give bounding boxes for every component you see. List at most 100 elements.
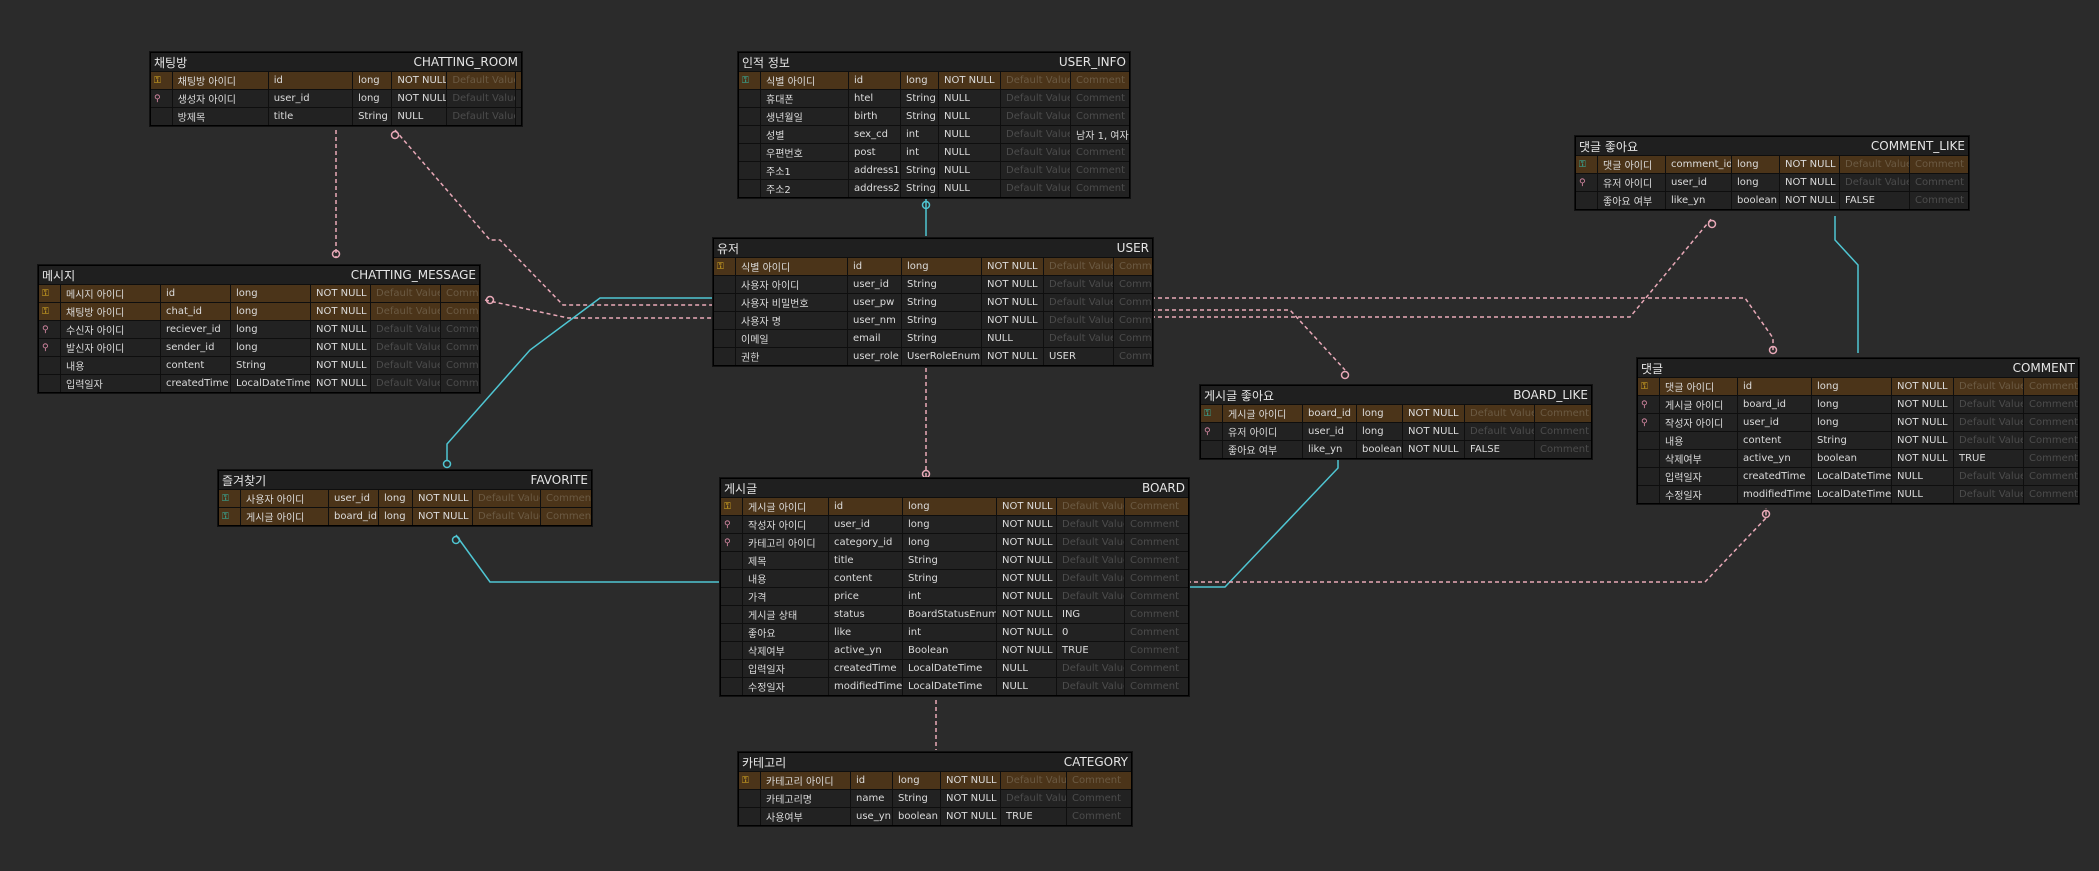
- entity-chatting-message[interactable]: 메시지 CHATTING_MESSAGE ⚿ 메시지 아이디 id long NOT NU…: [38, 265, 480, 393]
- attribute-row[interactable]: 사용자 명 user_nm String NOT NULL Default Value C…: [714, 311, 1152, 329]
- entity-board[interactable]: 게시글 BOARD ⚿ 게시글 아이디 id long NOT NULL Default V…: [720, 478, 1189, 696]
- attribute-row[interactable]: 가격 price int NOT NULL Default Value Comment: [721, 587, 1188, 605]
- entity-comment[interactable]: 댓글 COMMENT ⚿ 댓글 아이디 id long NOT NULL Default V…: [1637, 358, 2079, 504]
- attribute-row[interactable]: ⚿ 채팅방 아이디 chat_id long NOT NULL Default Value…: [39, 302, 479, 320]
- attribute-row[interactable]: ⚿ 댓글 아이디 id long NOT NULL Default Value Commen…: [1638, 377, 2078, 395]
- logical-name-cell: 주소1: [761, 162, 849, 179]
- attribute-row[interactable]: 주소2 address2 String NULL Default Value Commen…: [739, 179, 1129, 197]
- nullable-cell: NULL: [939, 144, 1001, 161]
- key-cell: ⚿: [1576, 156, 1598, 173]
- attribute-row[interactable]: 삭제여부 active_yn boolean NOT NULL TRUE Comment: [1638, 449, 2078, 467]
- attribute-row[interactable]: 삭제여부 active_yn Boolean NOT NULL TRUE Comment: [721, 641, 1188, 659]
- data-type-cell: BoardStatusEnum: [903, 606, 997, 623]
- attribute-row[interactable]: 내용 content String NOT NULL Default Value Comm…: [721, 569, 1188, 587]
- marker-optional: [451, 535, 461, 545]
- entity-comment-like[interactable]: 댓글 좋아요 COMMENT_LIKE ⚿ 댓글 아이디 comment_id long…: [1575, 136, 1969, 210]
- entity-board-like[interactable]: 게시글 좋아요 BOARD_LIKE ⚿ 게시글 아이디 board_id long NO…: [1200, 385, 1592, 459]
- rel-user-comment: [1151, 297, 1774, 354]
- attribute-row[interactable]: 입력일자 createdTime LocalDateTime NULL Default …: [1638, 467, 2078, 485]
- data-type-cell: String: [903, 570, 997, 587]
- attribute-row[interactable]: 좋아요 여부 like_yn boolean NOT NULL FALSE Comment: [1201, 440, 1591, 458]
- attribute-row[interactable]: 내용 content String NOT NULL Default Value Comm…: [39, 356, 479, 374]
- attribute-row[interactable]: 수정일자 modifiedTime LocalDateTime NULL Default…: [721, 677, 1188, 695]
- entity-physical-name: CATEGORY: [1063, 755, 1128, 769]
- attribute-row[interactable]: 방제목titleStringNULLDefault ValueComment: [151, 107, 521, 125]
- key-cell: [721, 570, 743, 587]
- attribute-row[interactable]: ⚿ 메시지 아이디idlongNOT NULLDefault Value Comme…: [39, 284, 479, 302]
- attribute-row[interactable]: ⚿ 게시글 아이디 board_id long NOT NULL Default Valu…: [1201, 404, 1591, 422]
- data-type-cell: String: [353, 108, 393, 125]
- attribute-row[interactable]: ⚲ 발신자 아이디 sender_id long NOT NULL Default Val…: [39, 338, 479, 356]
- data-type-cell: long: [231, 285, 311, 302]
- attribute-row[interactable]: 수정일자 modifiedTime LocalDateTime NULL Default…: [1638, 485, 2078, 503]
- attribute-row[interactable]: 사용자 아이디 user_id String NOT NULL Default Valu…: [714, 275, 1152, 293]
- attribute-row[interactable]: ⚲ 생성자 아이디 user_id long NOT NULL Default Value…: [151, 89, 521, 107]
- attribute-row[interactable]: ⚲ 작성자 아이디 user_id long NOT NULL Default Value…: [721, 515, 1188, 533]
- nullable-cell: NULL: [939, 180, 1001, 197]
- attribute-row[interactable]: 게시글 상태 status BoardStatusEnum NOT NULL ING Co…: [721, 605, 1188, 623]
- attribute-row[interactable]: 권한user_roleUserRoleEnumNOT NULLUSER Comme…: [714, 347, 1152, 365]
- attribute-row[interactable]: ⚲ 유저 아이디 user_id long NOT NULL Default Value C…: [1576, 173, 1968, 191]
- attribute-row[interactable]: 제목 title String NOT NULL Default Value Commen…: [721, 551, 1188, 569]
- entity-rows: ⚿ 카테고리 아이디 id long NOT NULL Default Value Comm…: [739, 771, 1131, 825]
- data-type-cell: long: [231, 339, 311, 356]
- entity-category[interactable]: 카테고리 CATEGORY ⚿ 카테고리 아이디 id long NOT NULL Defa…: [738, 752, 1132, 826]
- comment-cell: Comment: [1130, 627, 1179, 638]
- comment-cell: Comment: [2029, 417, 2078, 428]
- entity-logical-name: 채팅방: [154, 55, 188, 70]
- comment-cell: Comment: [1119, 261, 1152, 272]
- attribute-row[interactable]: ⚿ 채팅방 아이디idlongNOT NULLDefault ValueComme…: [151, 71, 521, 89]
- attribute-row[interactable]: ⚿ 식별 아이디idlongNOT NULLDefault Value Commen…: [714, 257, 1152, 275]
- data-type-cell: String: [902, 294, 982, 311]
- attribute-row[interactable]: ⚲ 유저 아이디 user_id long NOT NULL Default Value C…: [1201, 422, 1591, 440]
- key-cell: ⚲: [39, 339, 61, 356]
- entity-favorite[interactable]: 즐겨찾기 FAVORITE ⚿ 사용자 아이디 user_id long NOT NULL…: [218, 470, 592, 526]
- attribute-row[interactable]: 좋아요 like int NOT NULL 0 Comment: [721, 623, 1188, 641]
- entity-rows: ⚿ 댓글 아이디 id long NOT NULL Default Value Commen…: [1638, 377, 2078, 503]
- attribute-row[interactable]: 입력일자 createdTime LocalDateTime NULL Default …: [721, 659, 1188, 677]
- attribute-row[interactable]: ⚿ 카테고리 아이디 id long NOT NULL Default Value Comm…: [739, 771, 1131, 789]
- attribute-row[interactable]: 카테고리명 name String NOT NULL Default Value Comm…: [739, 789, 1131, 807]
- physical-name-cell: comment_id: [1666, 156, 1732, 173]
- attribute-row[interactable]: ⚿ 게시글 아이디 board_id long NOT NULL Default Valu…: [219, 507, 591, 525]
- physical-name-cell: user_id: [1738, 414, 1812, 431]
- attribute-row[interactable]: 이메일emailStringNULLDefault Value Comment: [714, 329, 1152, 347]
- physical-name-cell: address1: [849, 162, 901, 179]
- attribute-row[interactable]: 사용자 비밀번호 user_pw String NOT NULL Default Val…: [714, 293, 1152, 311]
- entity-chatting-room[interactable]: 채팅방 CHATTING_ROOM ⚿ 채팅방 아이디 id long NOT NULL D…: [150, 52, 522, 126]
- attribute-row[interactable]: ⚲ 게시글 아이디 board_id long NOT NULL Default Valu…: [1638, 395, 2078, 413]
- attribute-row[interactable]: ⚲ 카테고리 아이디 category_id long NOT NULL Default …: [721, 533, 1188, 551]
- physical-name-cell: use_yn: [851, 808, 893, 825]
- default-cell: Default Value: [1954, 432, 2024, 449]
- attribute-row[interactable]: 내용 content String NOT NULL Default Value Comm…: [1638, 431, 2078, 449]
- attribute-row[interactable]: 생년월일 birth String NULL Default Value Comment: [739, 107, 1129, 125]
- attribute-row[interactable]: 좋아요 여부 like_yn boolean NOT NULL FALSE Comment: [1576, 191, 1968, 209]
- attribute-row[interactable]: 휴대폰 htel String NULL Default Value Comment: [739, 89, 1129, 107]
- logical-name-cell: 삭제여부: [743, 642, 829, 659]
- attribute-row[interactable]: 사용여부 use_yn boolean NOT NULL TRUE Comment: [739, 807, 1131, 825]
- logical-name-cell: 생성자 아이디: [173, 90, 269, 107]
- attribute-row[interactable]: 우편번호 post int NULL Default Value Comment: [739, 143, 1129, 161]
- entity-user-info[interactable]: 인적 정보 USER_INFO ⚿ 식별 아이디 id long NOT NULL Defa…: [738, 52, 1130, 198]
- attribute-row[interactable]: 입력일자 createdTime LocalDateTime NOT NULL Defa…: [39, 374, 479, 392]
- entity-physical-name: COMMENT_LIKE: [1870, 139, 1965, 153]
- data-type-cell: long: [1732, 174, 1780, 191]
- attribute-row[interactable]: 주소1 address1 String NULL Default Value Commen…: [739, 161, 1129, 179]
- entity-user[interactable]: 유저 USER ⚿ 식별 아이디 id long NOT NULL Default Valu…: [713, 238, 1153, 366]
- marker-optional: [1340, 370, 1350, 380]
- comment-cell: Comment: [546, 511, 591, 522]
- attribute-row[interactable]: ⚲ 수신자 아이디 reciever_id long NOT NULL Default V…: [39, 320, 479, 338]
- physical-name-cell: content: [829, 570, 903, 587]
- data-type-cell: long: [1357, 423, 1403, 440]
- attribute-row[interactable]: ⚿ 식별 아이디idlongNOT NULLDefault Value Commen…: [739, 71, 1129, 89]
- default-cell: Default Value: [371, 357, 441, 374]
- attribute-row[interactable]: ⚲ 작성자 아이디 user_id long NOT NULL Default Value…: [1638, 413, 2078, 431]
- key-cell: ⚿: [721, 498, 743, 515]
- attribute-row[interactable]: ⚿ 댓글 아이디 comment_id long NOT NULL Default Val…: [1576, 155, 1968, 173]
- attribute-row[interactable]: ⚿ 게시글 아이디 id long NOT NULL Default Value Comme…: [721, 497, 1188, 515]
- attribute-row[interactable]: ⚿ 사용자 아이디 user_id long NOT NULL Default Value…: [219, 489, 591, 507]
- data-type-cell: boolean: [893, 808, 941, 825]
- attribute-row[interactable]: 성별sex_cdintNULLDefault Value 남자 1, 여자 2: [739, 125, 1129, 143]
- data-type-cell: String: [231, 357, 311, 374]
- physical-name-cell: id: [829, 498, 903, 515]
